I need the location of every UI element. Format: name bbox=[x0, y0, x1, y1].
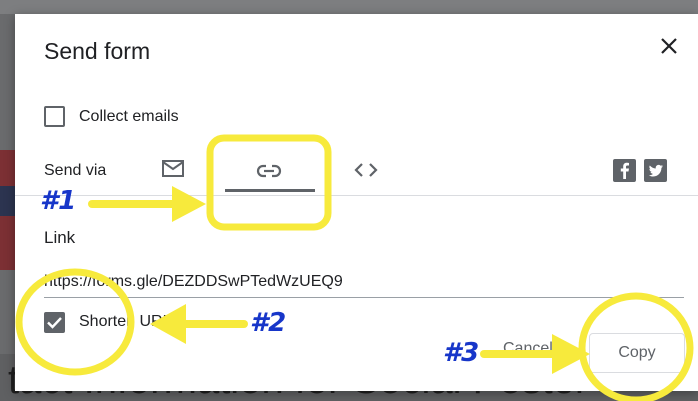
email-icon[interactable] bbox=[161, 159, 185, 179]
annotation-marker-3: #3 bbox=[443, 338, 480, 368]
close-icon[interactable] bbox=[655, 32, 683, 60]
dialog-title: Send form bbox=[44, 38, 151, 64]
cancel-button[interactable]: Cancel bbox=[503, 340, 553, 358]
active-tab-indicator bbox=[225, 189, 315, 192]
link-url-underline bbox=[44, 297, 684, 298]
copy-button[interactable]: Copy bbox=[589, 333, 685, 373]
background-page-top bbox=[0, 0, 698, 14]
link-icon[interactable] bbox=[256, 163, 282, 179]
annotation-marker-2: #2 bbox=[250, 308, 287, 338]
collect-emails-checkbox[interactable] bbox=[44, 106, 65, 127]
facebook-icon[interactable] bbox=[613, 159, 636, 182]
link-url-field[interactable]: https://forms.gle/DEZDDSwPTedWzUEQ9 bbox=[44, 273, 343, 291]
annotation-marker-1: #1 bbox=[40, 186, 77, 216]
background-flag-image bbox=[0, 150, 15, 270]
link-section-heading: Link bbox=[44, 228, 76, 247]
twitter-icon[interactable] bbox=[644, 159, 667, 182]
embed-icon[interactable] bbox=[353, 160, 379, 180]
send-via-label: Send via bbox=[44, 162, 107, 179]
shorten-url-checkbox[interactable] bbox=[44, 312, 65, 333]
send-form-dialog: Send form Collect emails Send via Link h… bbox=[15, 14, 698, 391]
tabs-divider bbox=[15, 195, 698, 196]
shorten-url-label: Shorten URL bbox=[79, 313, 172, 330]
collect-emails-label: Collect emails bbox=[79, 108, 179, 125]
